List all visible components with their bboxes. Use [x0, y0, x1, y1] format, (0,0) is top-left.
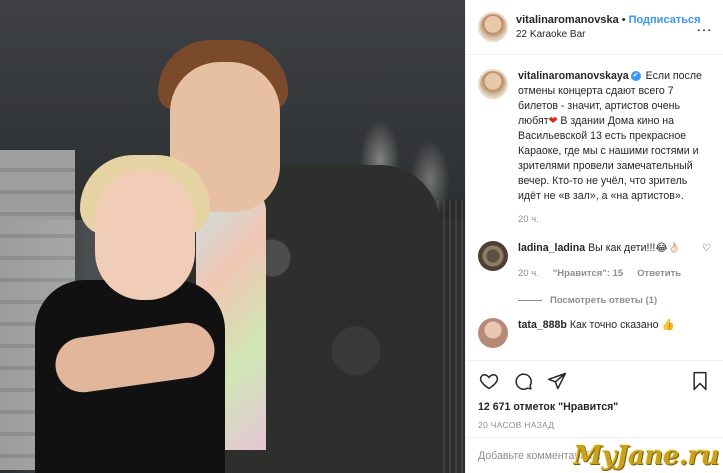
photo-woman-face [95, 170, 195, 300]
comment-item-partial: tata_888b Как точно сказано 👍 [478, 318, 711, 348]
watermark-logo: MyJane.ru [573, 441, 719, 471]
comment-text: Как точно сказано 👍 [566, 319, 675, 331]
comment-icon[interactable] [512, 370, 534, 392]
comment-meta: 20 ч. "Нравится": 15 Ответить [518, 266, 711, 281]
follow-button[interactable]: Подписаться [629, 14, 701, 26]
comment-item: ladina_ladina Вы как дети!!!😂👌🏻 ♡ 20 ч. … [478, 241, 711, 281]
more-icon[interactable]: … [696, 18, 713, 36]
commenter-avatar[interactable] [478, 241, 508, 271]
post-location[interactable]: 22 Karaoke Bar [516, 29, 688, 40]
caption-body-2: В здании Дома кино на Васильевской 13 ес… [518, 115, 699, 202]
post-photo[interactable] [0, 0, 465, 473]
author-username[interactable]: vitalinaromanovska [516, 14, 619, 26]
comments-section: vitalinaromanovskaya ✔ Если после отмены … [466, 55, 723, 360]
likes-count[interactable]: 12 671 отметок "Нравится" [478, 401, 711, 413]
post-sidebar: vitalinaromanovska • Подписаться 22 Kara… [465, 0, 723, 473]
comment-row: ladina_ladina Вы как дети!!!😂👌🏻 ♡ [518, 241, 711, 256]
instagram-post: vitalinaromanovska • Подписаться 22 Kara… [0, 0, 723, 473]
caption: vitalinaromanovskaya ✔ Если после отмены … [478, 69, 711, 204]
heart-icon[interactable] [478, 370, 500, 392]
comment-age: 20 ч. [518, 268, 539, 279]
caption-age: 20 ч. [518, 214, 539, 225]
reply-button[interactable]: Ответить [637, 266, 681, 281]
comment-username[interactable]: tata_888b [518, 319, 567, 331]
post-time: 20 ЧАСОВ НАЗАД [478, 420, 555, 430]
comment-body: ladina_ladina Вы как дети!!!😂👌🏻 ♡ 20 ч. … [518, 241, 711, 281]
action-icons [478, 369, 711, 393]
author-avatar[interactable] [478, 12, 508, 42]
verified-icon: ✔ [630, 71, 641, 82]
comment-text: Вы как дети!!!😂👌🏻 [585, 242, 681, 254]
post-header: vitalinaromanovska • Подписаться 22 Kara… [466, 0, 723, 55]
view-replies-button[interactable]: Посмотреть ответы (1) [518, 295, 711, 306]
bookmark-icon[interactable] [689, 370, 711, 392]
commenter-avatar[interactable] [478, 318, 508, 348]
comment-likes[interactable]: "Нравится": 15 [553, 266, 623, 281]
caption-text: vitalinaromanovskaya ✔ Если после отмены … [518, 69, 711, 204]
replies-line [518, 300, 542, 301]
share-icon[interactable] [546, 370, 568, 392]
caption-avatar[interactable] [478, 69, 508, 99]
view-replies-label: Посмотреть ответы (1) [550, 295, 658, 306]
caption-username[interactable]: vitalinaromanovskaya [518, 70, 629, 82]
separator-dot: • [621, 14, 626, 26]
comment-body: tata_888b Как точно сказано 👍 [518, 318, 711, 348]
post-header-top: vitalinaromanovska • Подписаться [516, 14, 701, 26]
comment-username[interactable]: ladina_ladina [518, 242, 585, 254]
comment-heart-icon[interactable]: ♡ [697, 241, 711, 256]
post-header-text: vitalinaromanovska • Подписаться 22 Kara… [516, 14, 701, 40]
